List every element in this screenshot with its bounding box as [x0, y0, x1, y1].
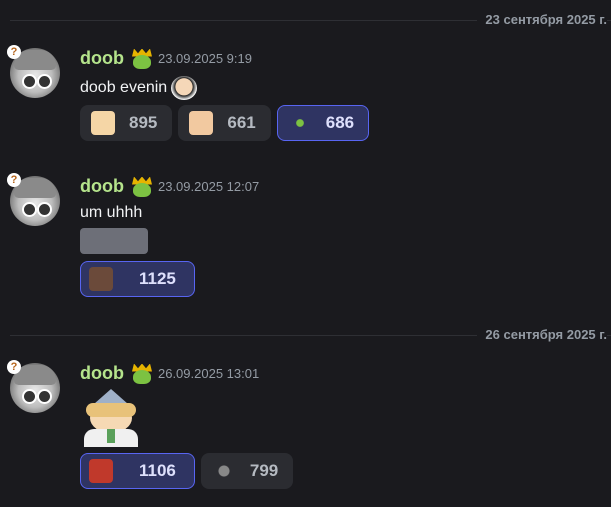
reaction-button[interactable]: 799 — [200, 453, 294, 489]
reaction-count: 799 — [249, 461, 279, 480]
anime-face-emoji-icon — [171, 76, 198, 100]
avatar[interactable]: ? — [7, 173, 60, 226]
role-icon[interactable] — [130, 176, 154, 197]
spoiler-block[interactable] — [80, 228, 148, 254]
avatar[interactable]: ? — [7, 45, 60, 98]
question-badge-icon: ? — [7, 360, 21, 374]
anime-face-emoji-icon — [189, 111, 214, 135]
cat-emoji-icon — [211, 459, 236, 483]
timestamp: 23.09.2025 9:19 — [157, 51, 252, 66]
reaction-button[interactable]: 686 — [276, 105, 370, 141]
reaction-button[interactable]: 1125 — [80, 261, 195, 297]
question-badge-icon: ? — [7, 45, 21, 59]
reaction-count: 1125 — [139, 269, 176, 288]
red-character-emoji-icon — [89, 459, 113, 483]
reaction-count: 895 — [129, 113, 158, 132]
timestamp: 26.09.2025 13:01 — [157, 366, 260, 381]
reaction-count: 1106 — [139, 461, 176, 480]
reaction-count: 661 — [227, 113, 256, 132]
shiba-dog-emoji-icon — [91, 111, 115, 135]
question-badge-icon: ? — [7, 173, 21, 187]
small-creature-emoji-icon — [287, 111, 312, 135]
date-divider-label: 23 сентября 2025 г. — [477, 12, 607, 27]
role-icon[interactable] — [130, 48, 154, 69]
timestamp: 23.09.2025 12:07 — [157, 179, 260, 194]
photo-emoji-icon — [89, 267, 113, 291]
reaction-button[interactable]: 661 — [178, 105, 271, 141]
avatar[interactable]: ? — [7, 360, 60, 413]
role-icon[interactable] — [130, 363, 154, 384]
message-text: um uhhh — [80, 204, 143, 221]
date-divider-label: 26 сентября 2025 г. — [477, 327, 607, 342]
reaction-count: 686 — [325, 113, 355, 132]
username[interactable]: doob — [80, 48, 124, 69]
username[interactable]: doob — [80, 363, 124, 384]
sticker-image[interactable] — [80, 389, 142, 447]
username[interactable]: doob — [80, 176, 124, 197]
reaction-button[interactable]: 1106 — [80, 453, 195, 489]
reaction-button[interactable]: 895 — [80, 105, 173, 141]
message-text: doob evenin — [80, 79, 168, 96]
